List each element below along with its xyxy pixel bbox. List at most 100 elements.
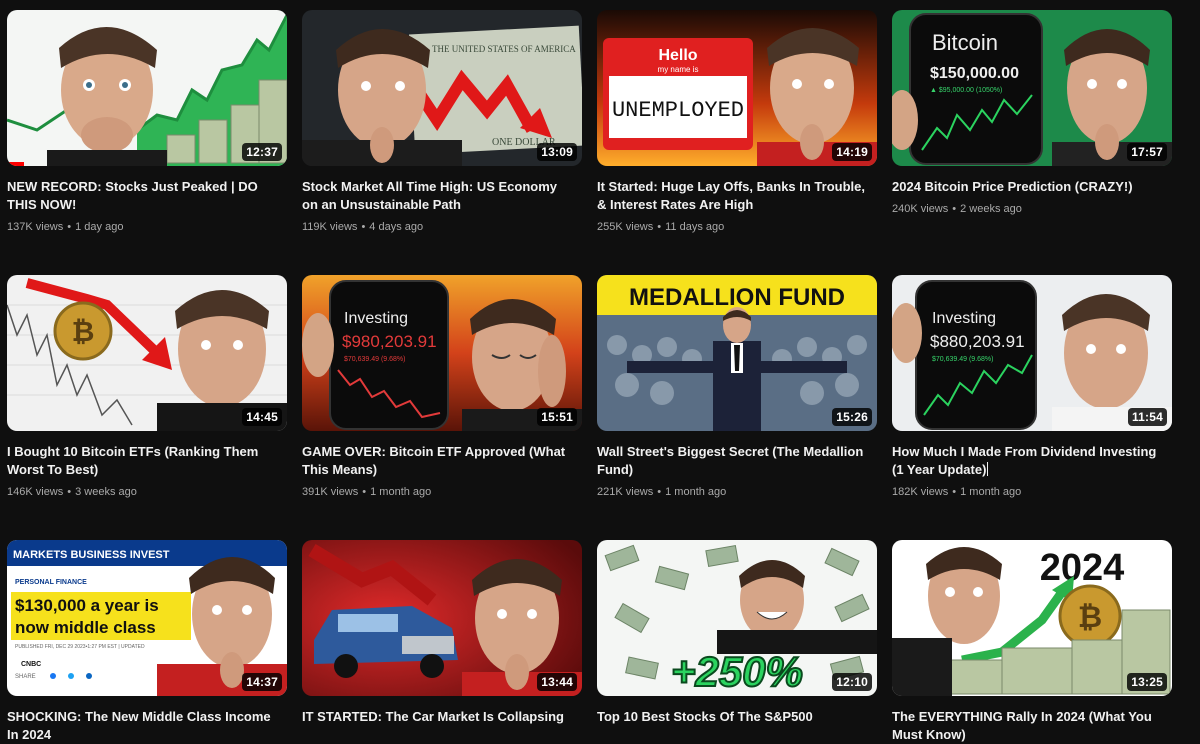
video-title[interactable]: IT STARTED: The Car Market Is Collapsing bbox=[302, 708, 570, 726]
video-duration: 13:44 bbox=[537, 673, 577, 691]
upload-age: 1 month ago bbox=[370, 486, 432, 498]
video-title[interactable]: SHOCKING: The New Middle Class Income In… bbox=[7, 708, 275, 744]
video-card[interactable]: Investing $880,203.91 $70,639.49 (9.68%)… bbox=[892, 275, 1172, 500]
video-title[interactable]: I Bought 10 Bitcoin ETFs (Ranking Them W… bbox=[7, 443, 275, 479]
meta-separator: • bbox=[67, 486, 72, 498]
video-card[interactable]: MEDALLION FUND 15:26 Wall Street's Bigge… bbox=[597, 275, 877, 500]
meta-separator: • bbox=[361, 221, 366, 233]
svg-text:PERSONAL FINANCE: PERSONAL FINANCE bbox=[15, 579, 87, 586]
upload-age: 3 weeks ago bbox=[75, 486, 137, 498]
video-title[interactable]: It Started: Huge Lay Offs, Banks In Trou… bbox=[597, 178, 865, 214]
svg-text:$130,000 a year is: $130,000 a year is bbox=[15, 596, 159, 615]
video-meta: 119K views • 4 days ago bbox=[302, 219, 582, 235]
view-count: 146K views bbox=[7, 486, 64, 498]
video-card[interactable]: 13:44 IT STARTED: The Car Market Is Coll… bbox=[302, 540, 582, 726]
video-card[interactable]: 2024 ₿ 13:25 The EVERYTHING Rally In 202… bbox=[892, 540, 1172, 744]
text-cursor bbox=[987, 462, 989, 476]
video-meta: 137K views • 1 day ago bbox=[7, 219, 287, 235]
svg-text:CNBC: CNBC bbox=[21, 661, 41, 668]
svg-text:UNEMPLOYED: UNEMPLOYED bbox=[612, 98, 744, 123]
svg-text:₿: ₿ bbox=[1078, 601, 1102, 634]
video-card[interactable]: THE UNITED STATES OF AMERICA ONE DOLLAR … bbox=[302, 10, 582, 235]
video-thumbnail[interactable]: Investing $980,203.91 $70,639.49 (9.68%)… bbox=[302, 275, 582, 431]
video-thumbnail[interactable]: Hello my name is UNEMPLOYED 14:19 bbox=[597, 10, 877, 166]
svg-text:THE UNITED STATES OF AMERICA: THE UNITED STATES OF AMERICA bbox=[432, 44, 576, 54]
view-count: 182K views bbox=[892, 486, 949, 498]
view-count: 137K views bbox=[7, 221, 64, 233]
video-meta: 391K views • 1 month ago bbox=[302, 484, 582, 500]
video-card[interactable]: Bitcoin $150,000.00 ▲ $95,000.00 (1050%)… bbox=[892, 10, 1172, 217]
video-title[interactable]: The EVERYTHING Rally In 2024 (What You M… bbox=[892, 708, 1160, 744]
meta-separator: • bbox=[952, 203, 957, 215]
view-count: 221K views bbox=[597, 486, 654, 498]
upload-age: 11 days ago bbox=[665, 221, 725, 233]
video-duration: 15:26 bbox=[832, 408, 872, 426]
upload-age: 4 days ago bbox=[369, 221, 424, 233]
meta-separator: • bbox=[362, 486, 367, 498]
svg-text:+250%: +250% bbox=[671, 648, 803, 695]
meta-separator: • bbox=[952, 486, 957, 498]
video-thumbnail[interactable]: 13:44 bbox=[302, 540, 582, 696]
video-title[interactable]: GAME OVER: Bitcoin ETF Approved (What Th… bbox=[302, 443, 570, 479]
video-meta: 146K views • 3 weeks ago bbox=[7, 484, 287, 500]
video-thumbnail[interactable]: THE UNITED STATES OF AMERICA ONE DOLLAR … bbox=[302, 10, 582, 166]
video-card[interactable]: 12:37 NEW RECORD: Stocks Just Peaked | D… bbox=[7, 10, 287, 235]
svg-text:$980,203.91: $980,203.91 bbox=[342, 332, 437, 351]
svg-text:Investing: Investing bbox=[932, 310, 996, 327]
video-grid: 12:37 NEW RECORD: Stocks Just Peaked | D… bbox=[0, 0, 1200, 742]
video-thumbnail[interactable]: ₿ 14:45 bbox=[7, 275, 287, 431]
view-count: 391K views bbox=[302, 486, 359, 498]
video-meta: 221K views • 1 month ago bbox=[597, 484, 877, 500]
upload-age: 1 month ago bbox=[665, 486, 727, 498]
video-title-text: How Much I Made From Dividend Investing … bbox=[892, 444, 1157, 477]
video-duration: 12:10 bbox=[832, 673, 872, 691]
svg-text:MARKETS BUSINESS INVEST: MARKETS BUSINESS INVEST bbox=[13, 549, 170, 561]
video-card[interactable]: Investing $980,203.91 $70,639.49 (9.68%)… bbox=[302, 275, 582, 500]
meta-separator: • bbox=[657, 486, 662, 498]
video-duration: 13:25 bbox=[1127, 673, 1167, 691]
svg-text:$880,203.91: $880,203.91 bbox=[930, 332, 1025, 351]
video-card[interactable]: ₿ 14:45 I Bought 10 Bitcoin ETFs (Rankin… bbox=[7, 275, 287, 500]
svg-text:now middle class: now middle class bbox=[15, 618, 156, 637]
video-duration: 11:54 bbox=[1127, 408, 1167, 426]
video-meta: 240K views • 2 weeks ago bbox=[892, 201, 1172, 217]
svg-text:▲ $95,000.00 (1050%): ▲ $95,000.00 (1050%) bbox=[930, 87, 1002, 94]
video-duration: 13:09 bbox=[537, 143, 577, 161]
svg-text:PUBLISHED FRI, DEC 29 2023•1:2: PUBLISHED FRI, DEC 29 2023•1:27 PM EST |… bbox=[15, 644, 145, 650]
video-title[interactable]: How Much I Made From Dividend Investing … bbox=[892, 443, 1160, 479]
svg-text:my name is: my name is bbox=[658, 65, 699, 74]
svg-text:Hello: Hello bbox=[658, 47, 697, 64]
svg-text:2024: 2024 bbox=[1040, 547, 1125, 589]
upload-age: 1 month ago bbox=[960, 486, 1022, 498]
video-duration: 14:45 bbox=[242, 408, 282, 426]
upload-age: 2 weeks ago bbox=[960, 203, 1022, 215]
video-card[interactable]: +250% 12:10 Top 10 Best Stocks Of The S&… bbox=[597, 540, 877, 726]
video-duration: 12:37 bbox=[242, 143, 282, 161]
video-duration: 17:57 bbox=[1127, 143, 1167, 161]
video-card[interactable]: MARKETS BUSINESS INVEST PERSONAL FINANCE… bbox=[7, 540, 287, 744]
video-card[interactable]: Hello my name is UNEMPLOYED 14:19 It Sta… bbox=[597, 10, 877, 235]
video-title[interactable]: Wall Street's Biggest Secret (The Medall… bbox=[597, 443, 865, 479]
meta-separator: • bbox=[67, 221, 72, 233]
video-duration: 15:51 bbox=[537, 408, 577, 426]
video-thumbnail[interactable]: 12:37 bbox=[7, 10, 287, 166]
video-thumbnail[interactable]: MEDALLION FUND 15:26 bbox=[597, 275, 877, 431]
view-count: 240K views bbox=[892, 203, 949, 215]
video-title[interactable]: Top 10 Best Stocks Of The S&P500 bbox=[597, 708, 865, 726]
video-title[interactable]: 2024 Bitcoin Price Prediction (CRAZY!) bbox=[892, 178, 1160, 196]
video-thumbnail[interactable]: Bitcoin $150,000.00 ▲ $95,000.00 (1050%)… bbox=[892, 10, 1172, 166]
video-meta: 182K views • 1 month ago bbox=[892, 484, 1172, 500]
view-count: 119K views bbox=[302, 221, 358, 233]
video-duration: 14:37 bbox=[242, 673, 282, 691]
view-count: 255K views bbox=[597, 221, 654, 233]
svg-text:Investing: Investing bbox=[344, 310, 408, 327]
video-title[interactable]: Stock Market All Time High: US Economy o… bbox=[302, 178, 570, 214]
svg-text:$150,000.00: $150,000.00 bbox=[930, 65, 1019, 82]
svg-text:MEDALLION FUND: MEDALLION FUND bbox=[629, 284, 845, 311]
video-thumbnail[interactable]: +250% 12:10 bbox=[597, 540, 877, 696]
video-title[interactable]: NEW RECORD: Stocks Just Peaked | DO THIS… bbox=[7, 178, 275, 214]
video-thumbnail[interactable]: MARKETS BUSINESS INVEST PERSONAL FINANCE… bbox=[7, 540, 287, 696]
video-thumbnail[interactable]: 2024 ₿ 13:25 bbox=[892, 540, 1172, 696]
svg-text:Bitcoin: Bitcoin bbox=[932, 30, 998, 55]
video-thumbnail[interactable]: Investing $880,203.91 $70,639.49 (9.68%)… bbox=[892, 275, 1172, 431]
